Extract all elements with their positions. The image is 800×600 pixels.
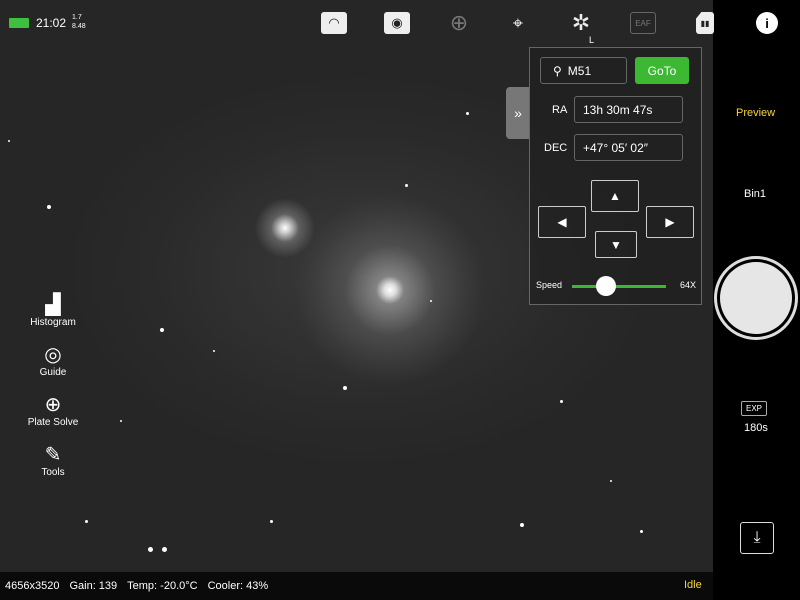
histogram-label: Histogram xyxy=(30,317,76,328)
star xyxy=(47,205,51,209)
filter-wheel-button[interactable]: ✲ xyxy=(568,10,594,35)
star xyxy=(162,547,167,552)
ra-field[interactable]: 13h 30m 47s xyxy=(574,96,683,123)
goto-button[interactable]: GoTo xyxy=(635,57,689,84)
star xyxy=(148,547,153,552)
status-top: 1.7 xyxy=(72,14,82,21)
star xyxy=(8,140,10,142)
bottom-status-bar: 4656x3520 Gain: 139 Temp: -20.0°C Cooler… xyxy=(0,572,713,600)
telescope-icon: ⌖ xyxy=(512,12,524,33)
dec-label: DEC xyxy=(544,142,568,154)
wifi-button[interactable]: ◠ xyxy=(321,12,347,34)
sd-card-icon: ▮▮ xyxy=(700,18,710,28)
north-button[interactable]: ▲ xyxy=(591,180,639,212)
status-bottom: 8.48 xyxy=(72,23,86,30)
filter-label: L xyxy=(589,35,595,45)
tools-button[interactable]: ✎ Tools xyxy=(20,443,86,478)
clock: 21:02 xyxy=(36,16,67,30)
star xyxy=(343,386,347,390)
ra-label: RA xyxy=(552,104,568,116)
star xyxy=(405,184,408,187)
dec-field[interactable]: +47° 05′ 02″ xyxy=(574,134,683,161)
info-button[interactable]: i xyxy=(756,12,778,34)
histogram-icon: ▟ xyxy=(45,294,61,316)
search-value: M51 xyxy=(567,63,592,78)
filter-wheel-icon: ✲ xyxy=(571,10,591,35)
camera-button[interactable]: ◉ xyxy=(384,12,410,34)
guide-button[interactable]: ◎ Guide xyxy=(20,343,86,378)
cooler: Cooler: 43% xyxy=(207,580,269,592)
star xyxy=(160,328,164,332)
star xyxy=(560,400,563,403)
preview-mode[interactable]: Preview xyxy=(736,107,775,119)
plate-solve-label: Plate Solve xyxy=(27,417,79,428)
telescope-button[interactable]: ⌖ xyxy=(505,12,531,34)
exp-value[interactable]: 180s xyxy=(744,422,768,434)
battery-icon xyxy=(9,18,29,28)
resolution: 4656x3520 xyxy=(5,580,60,592)
eaf-icon: EAF xyxy=(635,18,651,28)
star xyxy=(213,350,215,352)
star xyxy=(120,420,122,422)
speed-slider-thumb[interactable] xyxy=(595,276,616,296)
sd-card-button[interactable]: ▮▮ xyxy=(696,12,714,34)
status-small: 1.7 8.48 xyxy=(72,13,86,31)
star xyxy=(430,300,432,302)
star xyxy=(640,530,643,533)
shutter-button[interactable] xyxy=(714,256,798,340)
right-arrow-icon: ▶ xyxy=(665,215,675,229)
temperature: Temp: -20.0°C xyxy=(127,580,198,592)
speed-value: 64X xyxy=(680,280,697,290)
search-icon: ⚲ xyxy=(553,63,562,78)
plate-solve-button[interactable]: ⊕ Plate Solve xyxy=(20,393,86,428)
speed-label: Speed xyxy=(536,280,563,290)
capture-state: Idle xyxy=(684,579,702,591)
star xyxy=(85,520,88,523)
focuser-button[interactable]: ⊕ xyxy=(446,10,472,35)
collapse-panel-button[interactable]: » xyxy=(506,87,530,139)
speed-slider[interactable] xyxy=(572,276,666,296)
download-button[interactable]: ⤓ xyxy=(740,522,774,554)
south-button[interactable]: ▼ xyxy=(595,231,637,258)
wrench-icon: ✎ xyxy=(44,444,62,466)
star xyxy=(610,480,612,482)
camera-icon: ◉ xyxy=(391,15,403,30)
bin-setting[interactable]: Bin1 xyxy=(744,188,766,200)
download-icon: ⤓ xyxy=(753,529,761,546)
star xyxy=(270,520,273,523)
west-button[interactable]: ◀ xyxy=(538,206,586,238)
guide-icon: ◎ xyxy=(44,344,62,366)
star xyxy=(520,523,524,527)
up-arrow-icon: ▲ xyxy=(609,189,621,203)
exp-label[interactable]: EXP xyxy=(741,401,768,416)
histogram-button[interactable]: ▟ Histogram xyxy=(20,293,86,328)
tools-label: Tools xyxy=(41,467,65,478)
eaf-button[interactable]: EAF xyxy=(630,12,656,34)
globe-icon: ⊕ xyxy=(44,394,62,416)
wifi-icon: ◠ xyxy=(328,15,340,30)
shutter-inner xyxy=(720,262,792,334)
focuser-icon: ⊕ xyxy=(449,10,469,35)
double-chevron-icon: » xyxy=(514,105,522,121)
left-arrow-icon: ◀ xyxy=(557,215,567,229)
goto-panel: ⚲ M51 GoTo RA 13h 30m 47s DEC +47° 05′ 02… xyxy=(529,47,702,305)
search-input[interactable]: ⚲ M51 xyxy=(540,57,627,84)
guide-label: Guide xyxy=(39,367,67,378)
star xyxy=(466,112,469,115)
down-arrow-icon: ▼ xyxy=(610,237,622,252)
east-button[interactable]: ▶ xyxy=(646,206,694,238)
gain: Gain: 139 xyxy=(69,580,118,592)
info-icon: i xyxy=(765,15,769,31)
